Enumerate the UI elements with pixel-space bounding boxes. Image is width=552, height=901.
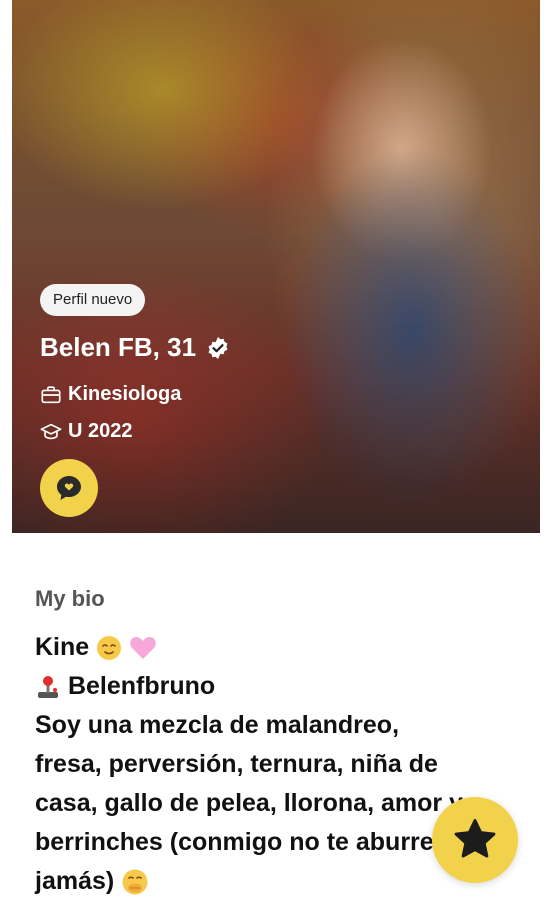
graduation-cap-icon	[40, 423, 62, 439]
chat-button[interactable]	[40, 459, 98, 517]
bio-line: Kine	[35, 628, 505, 667]
bio-line: fresa, perversión, ternura, niña de	[35, 750, 438, 778]
bio-line: casa, gallo de pelea, llorona, amor y	[35, 789, 463, 817]
education-row: U 2022	[40, 420, 133, 443]
pink-heart-emoji	[130, 637, 156, 660]
joystick-emoji	[38, 676, 58, 699]
profile-photo[interactable]	[12, 0, 540, 533]
bio-line: Soy una mezcla de malandreo,	[35, 711, 400, 739]
bio-heading: My bio	[35, 586, 105, 611]
bio-line: jamás)	[35, 862, 505, 901]
name-row: Belen FB, 31	[40, 332, 230, 363]
star-icon	[454, 819, 496, 858]
bio-line: Belenfbruno	[35, 667, 505, 706]
bio-text: Kine Belenfbruno Soy una mezcla de malan…	[35, 628, 505, 901]
job-title: Kinesiologa	[68, 383, 182, 405]
verified-icon	[208, 336, 228, 359]
chat-bubble-icon	[57, 476, 81, 500]
new-profile-badge: Perfil nuevo	[40, 284, 146, 316]
superswipe-button[interactable]	[432, 797, 518, 883]
profile-name-age: Belen FB, 31	[40, 332, 197, 362]
hand-over-mouth-emoji	[122, 869, 148, 895]
job-row: Kinesiologa	[40, 383, 181, 406]
education: U 2022	[68, 420, 133, 442]
relieved-emoji	[97, 636, 122, 661]
briefcase-icon	[41, 385, 61, 403]
